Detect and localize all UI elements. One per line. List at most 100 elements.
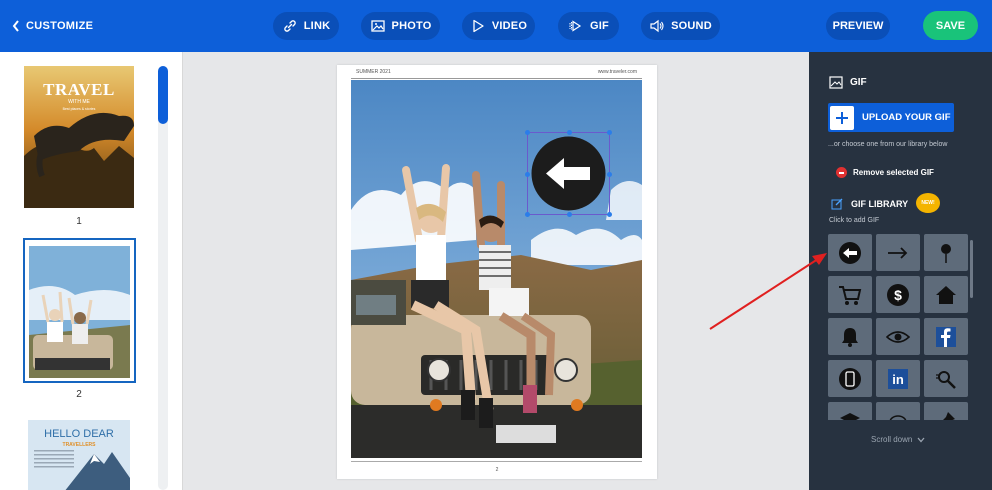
pushpin-icon: [942, 411, 955, 420]
video-button[interactable]: VIDEO: [462, 12, 535, 40]
gif-library-scrollbar[interactable]: [970, 240, 973, 298]
eye-icon: [886, 330, 910, 343]
resize-handle-bottom-left[interactable]: [525, 212, 530, 217]
thumbnail-1-title: TRAVEL: [43, 80, 115, 99]
sound-button[interactable]: SOUND: [641, 12, 720, 40]
page-thumbnails-panel: TRAVEL WITH ME Best places & stories 1 2: [0, 52, 183, 490]
gif-library-grid: $ in: [828, 234, 970, 420]
gif-tile-linkedin[interactable]: in: [876, 360, 920, 397]
gif-tile-bell[interactable]: [828, 318, 872, 355]
gif-tile-arrow-left[interactable]: [828, 234, 872, 271]
page-number: 2: [495, 467, 499, 473]
plus-icon: [830, 105, 854, 130]
thumbnail-2-image: [25, 240, 134, 381]
upload-gif-label: UPLOAD YOUR GIF: [862, 112, 951, 123]
arrow-left-circle-icon: [531, 136, 606, 211]
piggy-bank-icon: [889, 414, 907, 420]
thumbnail-2-number: 2: [76, 389, 82, 400]
gif-icon: [569, 20, 582, 32]
gif-tile-magnifier[interactable]: [924, 360, 968, 397]
svg-text:$: $: [894, 287, 902, 303]
gif-tile-location-pin[interactable]: [924, 234, 968, 271]
selected-gif[interactable]: [525, 130, 612, 217]
gif-library-title: GIF LIBRARY: [831, 198, 908, 210]
gif-tile-pushpin[interactable]: [924, 402, 968, 420]
gif-panel-title-text: GIF: [850, 77, 867, 88]
video-icon: [473, 19, 484, 33]
page-header: SUMMER 2021 www.traveler.com: [356, 69, 637, 75]
thumbnails-scrollbar-track[interactable]: [158, 66, 168, 490]
thumbnail-1-number: 1: [76, 216, 82, 227]
preview-button[interactable]: PREVIEW: [826, 12, 890, 40]
gif-tile-graduation-cap[interactable]: [828, 402, 872, 420]
linkedin-icon: in: [888, 368, 908, 389]
graduation-cap-icon: [840, 412, 860, 420]
page-footer-divider: [351, 461, 642, 462]
gif-panel-title: GIF: [829, 76, 867, 89]
gif-label: GIF: [590, 20, 609, 32]
thumbnail-page-2[interactable]: [23, 238, 136, 383]
new-badge: NEW!: [916, 193, 940, 213]
canvas-area: SUMMER 2021 www.traveler.com 2: [184, 52, 809, 490]
thumbnails-scrollbar-thumb[interactable]: [158, 66, 168, 124]
photo-label: PHOTO: [391, 20, 432, 32]
gif-tile-piggy-bank[interactable]: [876, 402, 920, 420]
gif-library-hint: Click to add GIF: [829, 217, 880, 224]
resize-handle-top-left[interactable]: [525, 130, 530, 135]
gif-tile-arrow-right[interactable]: [876, 234, 920, 271]
save-button[interactable]: SAVE: [923, 11, 978, 40]
thumbnail-3-subtitle: TRAVELLERS: [62, 442, 96, 448]
facebook-icon: [936, 326, 956, 347]
library-hint: ...or choose one from our library below: [828, 141, 948, 148]
gif-panel: GIF UPLOAD YOUR GIF ...or choose one fro…: [809, 52, 992, 490]
gif-library-label: GIF LIBRARY: [851, 199, 909, 209]
resize-handle-right[interactable]: [607, 172, 612, 177]
gif-tile-dollar[interactable]: $: [876, 276, 920, 313]
link-label: LINK: [303, 20, 331, 32]
bell-icon: [842, 327, 858, 347]
gif-tile-house[interactable]: [924, 276, 968, 313]
resize-handle-bottom-right[interactable]: [607, 212, 612, 217]
top-toolbar: CUSTOMIZE LINK PHOTO VIDEO GIF SOUND PRE…: [0, 0, 992, 52]
resize-handle-bottom[interactable]: [567, 212, 572, 217]
thumbnail-1-subtitle: WITH ME: [68, 99, 90, 105]
thumbnail-page-3[interactable]: [24, 412, 134, 490]
gif-tile-facebook[interactable]: [924, 318, 968, 355]
resize-handle-top-right[interactable]: [607, 130, 612, 135]
gif-button[interactable]: GIF: [558, 12, 619, 40]
link-button[interactable]: LINK: [273, 12, 339, 40]
chevron-left-icon: [12, 20, 19, 32]
dollar-circle-icon: $: [887, 283, 909, 306]
resize-handle-left[interactable]: [525, 172, 530, 177]
gif-tile-eye[interactable]: [876, 318, 920, 355]
gif-tile-shopping-cart[interactable]: [828, 276, 872, 313]
editor-page: SUMMER 2021 www.traveler.com 2: [337, 65, 657, 479]
edit-icon: [831, 198, 843, 210]
link-icon: [284, 20, 296, 32]
sound-label: SOUND: [671, 20, 712, 32]
resize-handle-top[interactable]: [567, 130, 572, 135]
remove-icon: [836, 167, 847, 178]
gif-icon: [829, 76, 843, 89]
smartphone-icon: [839, 367, 861, 390]
scroll-down-label: Scroll down: [871, 435, 913, 444]
remove-selected-gif-button[interactable]: Remove selected GIF: [836, 167, 934, 178]
arrow-left-circle-icon: [839, 241, 861, 264]
customize-label: CUSTOMIZE: [26, 20, 94, 32]
page-header-right: www.traveler.com: [597, 69, 637, 75]
page-header-divider: [351, 78, 642, 79]
video-label: VIDEO: [491, 20, 528, 32]
scroll-down-button[interactable]: Scroll down: [871, 435, 925, 444]
upload-gif-button[interactable]: UPLOAD YOUR GIF: [828, 103, 954, 132]
customize-back-button[interactable]: CUSTOMIZE: [12, 18, 93, 34]
location-pin-icon: [941, 243, 951, 263]
photo-icon: [370, 20, 385, 32]
photo-button[interactable]: PHOTO: [361, 12, 440, 40]
remove-selected-gif-label: Remove selected GIF: [853, 168, 934, 177]
thumbnail-1-tagline: Best places & stories: [62, 107, 96, 111]
thumbnail-3-title: HELLO DEAR: [44, 428, 114, 440]
svg-text:in: in: [892, 372, 904, 387]
gif-tile-smartphone[interactable]: [828, 360, 872, 397]
magnifier-icon: [936, 370, 956, 389]
page-header-left: SUMMER 2021: [356, 69, 391, 75]
